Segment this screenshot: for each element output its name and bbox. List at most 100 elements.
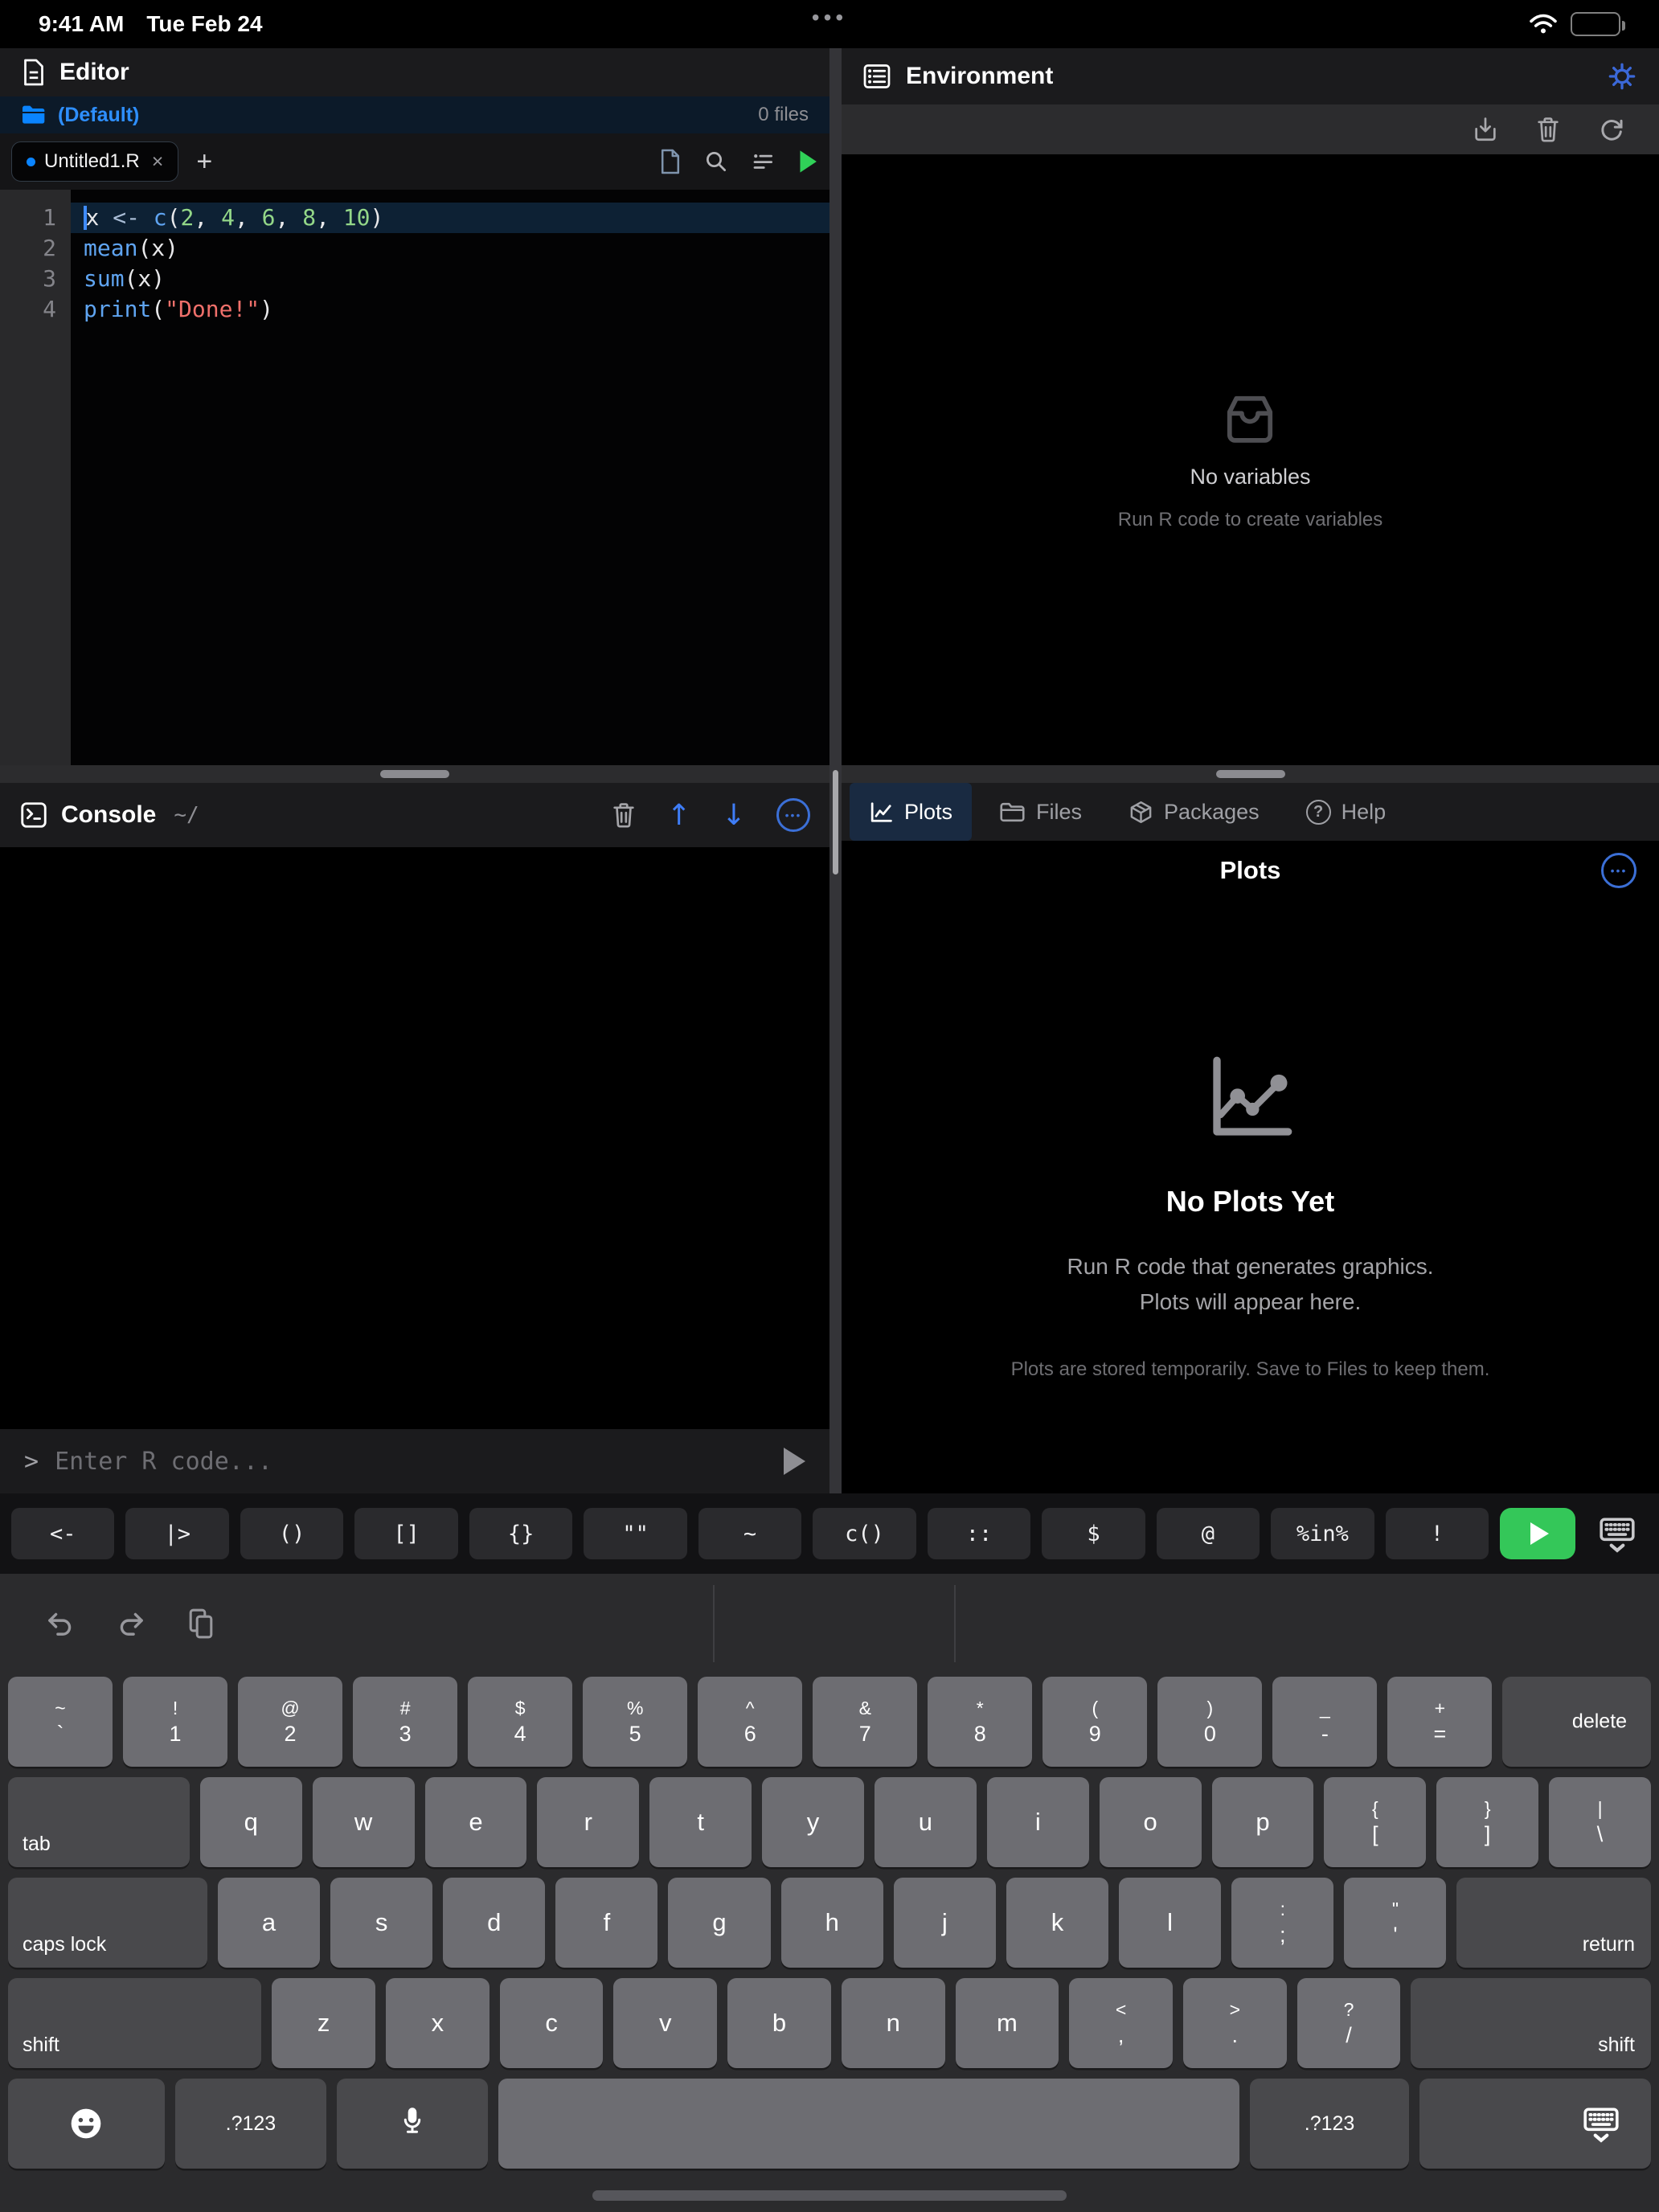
shortcut-key[interactable]: %in% — [1271, 1508, 1374, 1559]
console-more-button[interactable]: ••• — [776, 798, 810, 832]
key-6[interactable]: ^6 — [698, 1677, 802, 1767]
key-8[interactable]: *8 — [928, 1677, 1032, 1767]
key-0[interactable]: )0 — [1157, 1677, 1262, 1767]
key-delete[interactable]: delete — [1502, 1677, 1651, 1767]
key-d[interactable]: d — [443, 1878, 545, 1968]
key-h[interactable]: h — [781, 1878, 883, 1968]
key-=[interactable]: += — [1387, 1677, 1492, 1767]
plots-more-button[interactable]: ••• — [1601, 853, 1636, 888]
submit-code-icon[interactable] — [784, 1448, 805, 1475]
key-\[interactable]: |\ — [1549, 1777, 1651, 1867]
key-i[interactable]: i — [987, 1777, 1089, 1867]
key-tab[interactable]: tab — [8, 1777, 190, 1867]
shortcut-key[interactable]: ~ — [698, 1508, 801, 1559]
tab-plots[interactable]: Plots — [850, 783, 972, 841]
key-.?123[interactable]: .?123 — [1250, 2079, 1408, 2169]
code-line[interactable]: 2mean(x) — [0, 233, 830, 264]
history-up-icon[interactable]: ↑ — [667, 799, 691, 832]
shortcut-key[interactable]: () — [240, 1508, 343, 1559]
key-7[interactable]: &7 — [813, 1677, 917, 1767]
key-s[interactable]: s — [330, 1878, 432, 1968]
key-b[interactable]: b — [727, 1978, 831, 2068]
horizontal-split-handle-right[interactable] — [842, 765, 1659, 783]
key-j[interactable]: j — [894, 1878, 996, 1968]
key-f[interactable]: f — [555, 1878, 657, 1968]
key-2[interactable]: @2 — [238, 1677, 342, 1767]
run-source-icon[interactable] — [797, 150, 818, 174]
console-input-bar[interactable]: > Enter R code... — [0, 1429, 830, 1493]
shortcut-key[interactable]: :: — [928, 1508, 1030, 1559]
add-tab-button[interactable]: + — [196, 146, 212, 178]
tab-packages[interactable]: Packages — [1109, 783, 1279, 841]
key-v[interactable]: v — [613, 1978, 717, 2068]
code-line[interactable]: 4print("Done!") — [0, 294, 830, 325]
export-icon[interactable] — [1473, 116, 1498, 143]
key-/[interactable]: ?/ — [1297, 1978, 1401, 2068]
code-line[interactable]: 1x <- c(2, 4, 6, 8, 10) — [0, 203, 830, 233]
key-][interactable]: }] — [1436, 1777, 1538, 1867]
key-c[interactable]: c — [500, 1978, 604, 2068]
redo-icon[interactable] — [116, 1610, 146, 1637]
key-,[interactable]: <, — [1069, 1978, 1173, 2068]
key-r[interactable]: r — [537, 1777, 639, 1867]
key-[[interactable]: {[ — [1324, 1777, 1426, 1867]
key-t[interactable]: t — [649, 1777, 752, 1867]
key-1[interactable]: !1 — [123, 1677, 227, 1767]
home-indicator[interactable] — [592, 2190, 1067, 2201]
clear-environment-icon[interactable] — [1535, 116, 1561, 143]
key-9[interactable]: (9 — [1043, 1677, 1147, 1767]
key-u[interactable]: u — [875, 1777, 977, 1867]
key-caps-lock[interactable]: caps lock — [8, 1878, 207, 1968]
key-3[interactable]: #3 — [353, 1677, 457, 1767]
key-5[interactable]: %5 — [583, 1677, 687, 1767]
shortcut-key[interactable]: @ — [1157, 1508, 1260, 1559]
key--[interactable]: _- — [1272, 1677, 1377, 1767]
multitask-indicator[interactable]: ••• — [812, 5, 847, 31]
shortcut-key[interactable]: <- — [11, 1508, 114, 1559]
key-q[interactable]: q — [200, 1777, 302, 1867]
key-'[interactable]: "' — [1344, 1878, 1446, 1968]
key-`[interactable]: ~` — [8, 1677, 113, 1767]
gear-icon[interactable] — [1606, 60, 1638, 92]
key-m[interactable]: m — [956, 1978, 1059, 2068]
shortcut-key[interactable]: {} — [469, 1508, 572, 1559]
key-space[interactable] — [498, 2079, 1239, 2169]
new-file-icon[interactable] — [659, 148, 682, 175]
code-line[interactable]: 3sum(x) — [0, 264, 830, 294]
refresh-icon[interactable] — [1598, 116, 1625, 143]
key-emoji[interactable] — [8, 2079, 165, 2169]
shortcut-key[interactable]: [] — [354, 1508, 457, 1559]
keyboard-dismiss-button[interactable] — [1587, 1514, 1648, 1553]
key-a[interactable]: a — [218, 1878, 320, 1968]
key-shift[interactable]: shift — [8, 1978, 261, 2068]
history-down-icon[interactable]: ↓ — [722, 799, 746, 832]
key-e[interactable]: e — [425, 1777, 527, 1867]
undo-icon[interactable] — [45, 1610, 76, 1637]
clear-console-icon[interactable] — [611, 801, 637, 829]
shortcut-key[interactable]: c() — [813, 1508, 916, 1559]
key-g[interactable]: g — [668, 1878, 770, 1968]
key-mic[interactable] — [337, 2079, 488, 2169]
shortcut-key[interactable]: $ — [1042, 1508, 1145, 1559]
key-l[interactable]: l — [1119, 1878, 1221, 1968]
outline-icon[interactable] — [751, 150, 775, 174]
console-output[interactable] — [0, 847, 830, 1429]
vertical-split-handle[interactable] — [830, 48, 842, 1493]
console-input-placeholder[interactable]: Enter R code... — [55, 1448, 272, 1476]
code-editor[interactable]: 1x <- c(2, 4, 6, 8, 10)2mean(x)3sum(x)4p… — [0, 190, 830, 765]
key-w[interactable]: w — [313, 1777, 415, 1867]
key-n[interactable]: n — [842, 1978, 945, 2068]
workspace-selector[interactable]: (Default) 0 files — [0, 96, 830, 133]
tab-help[interactable]: ?Help — [1287, 783, 1406, 841]
close-tab-icon[interactable]: × — [152, 150, 164, 174]
search-icon[interactable] — [704, 150, 728, 174]
key-z[interactable]: z — [272, 1978, 375, 2068]
key-.[interactable]: >. — [1183, 1978, 1287, 2068]
shortcut-key[interactable]: ! — [1386, 1508, 1489, 1559]
key-x[interactable]: x — [386, 1978, 490, 2068]
file-tab-untitled1[interactable]: Untitled1.R × — [11, 141, 178, 182]
horizontal-split-handle[interactable] — [0, 765, 830, 783]
paste-icon[interactable] — [186, 1608, 215, 1640]
key-o[interactable]: o — [1100, 1777, 1202, 1867]
key-return[interactable]: return — [1456, 1878, 1651, 1968]
